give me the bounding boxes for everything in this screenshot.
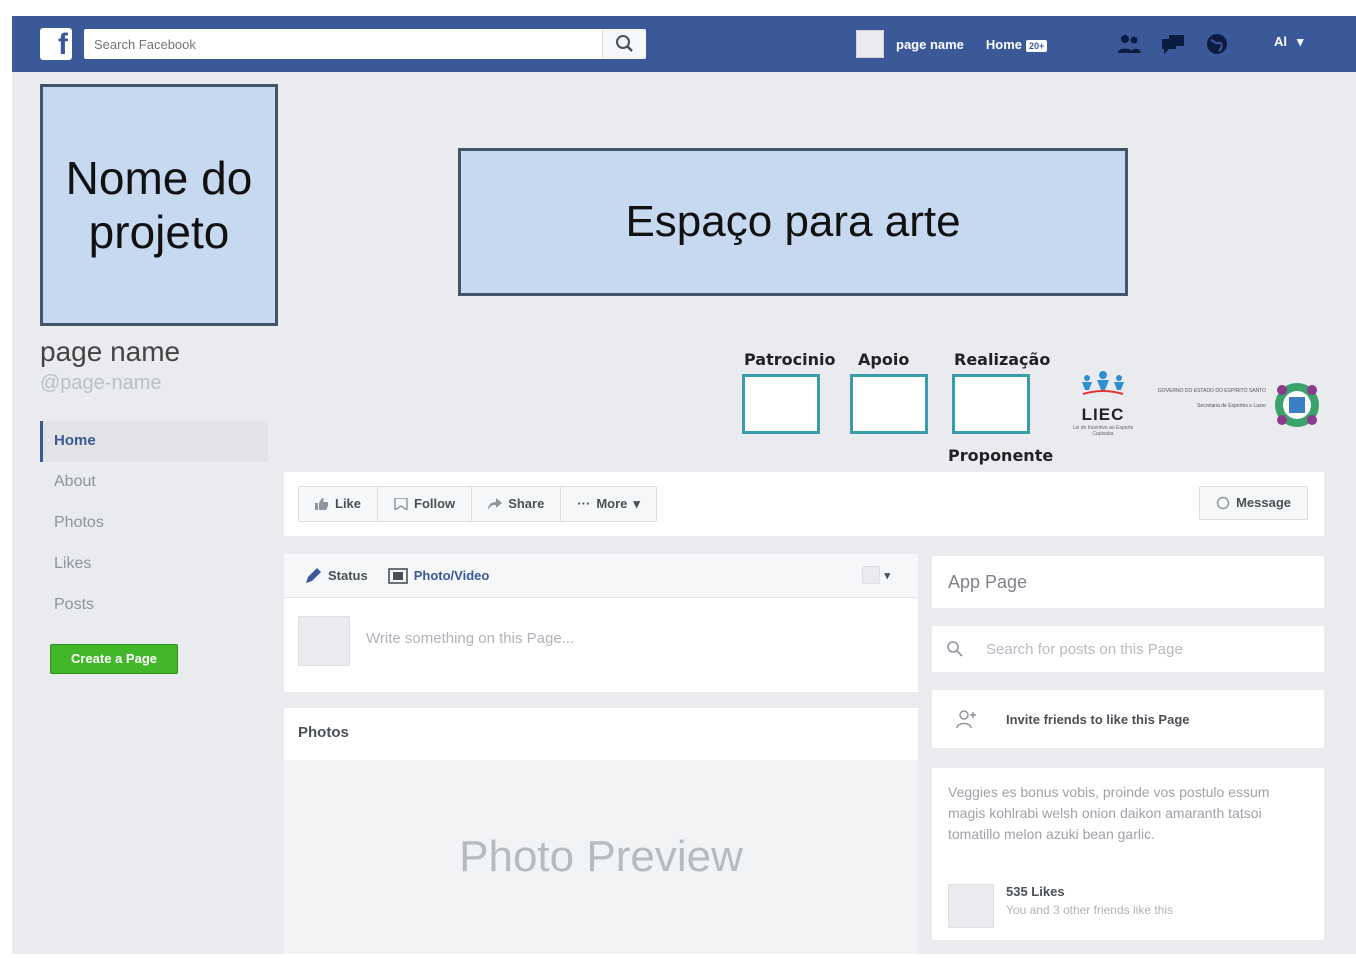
- add-person-icon: [956, 710, 976, 729]
- likes-summary[interactable]: 535 Likes You and 3 other friends like t…: [948, 884, 1173, 928]
- topbar-home-link[interactable]: Home 20+: [985, 36, 1048, 52]
- share-button[interactable]: Share: [472, 487, 562, 521]
- likes-friends-text: You and 3 other friends like this: [1006, 903, 1173, 917]
- left-navigation: Home About Photos Likes Posts: [40, 421, 268, 626]
- composer-input[interactable]: Write something on this Page...: [366, 630, 574, 647]
- nav-item-photos[interactable]: Photos: [40, 503, 268, 544]
- invite-friends-card[interactable]: Invite friends to like this Page: [932, 690, 1324, 748]
- messages-icon[interactable]: [1160, 32, 1186, 56]
- chevron-down-icon: ▾: [1297, 34, 1304, 49]
- likes-count: 535 Likes: [1006, 884, 1065, 899]
- chevron-down-icon: ▾: [884, 569, 890, 582]
- more-dots-icon: ···: [577, 496, 591, 511]
- page-action-buttons: Like Follow Share ··· More ▾: [298, 486, 657, 522]
- state-coat-of-arms-icon: [1275, 383, 1319, 427]
- audience-selector[interactable]: ▾: [862, 566, 890, 584]
- message-label: Message: [1236, 495, 1291, 510]
- thumbs-up-icon: [315, 498, 328, 510]
- government-secretariat: Secretaria de Esportes e Lazer: [1197, 403, 1266, 409]
- create-page-button[interactable]: Create a Page: [50, 644, 178, 674]
- liec-figures-icon: [1082, 371, 1124, 395]
- sponsor-logo-slot-realizacao: [952, 374, 1030, 434]
- home-count-badge: 20+: [1026, 39, 1048, 52]
- message-button[interactable]: Message: [1199, 486, 1308, 520]
- pencil-icon: [306, 567, 321, 583]
- post-composer: Status Photo/Video ▾ Write something on …: [284, 554, 918, 692]
- photo-preview-label: Photo Preview: [459, 832, 743, 881]
- search-input[interactable]: [84, 29, 604, 59]
- page-handle: @page-name: [40, 372, 162, 394]
- government-logo: GOVERNO DO ESTADO DO ESPÍRITO SANTO Secr…: [1154, 378, 1324, 432]
- sponsor-label-patrocinio: Patrocinio: [744, 350, 836, 369]
- page-avatar[interactable]: [856, 30, 884, 58]
- post-search-placeholder: Search for posts on this Page: [986, 640, 1183, 658]
- likes-text: 535 Likes You and 3 other friends like t…: [1006, 884, 1173, 928]
- liec-logo: LIEC Lei de Incentivo ao Esporte Capixab…: [1072, 370, 1134, 440]
- about-description: Veggies es bonus vobis, proinde vos post…: [948, 784, 1270, 842]
- invite-label: Invite friends to like this Page: [1006, 711, 1190, 727]
- topbar-links: page name Home 20+: [856, 28, 1069, 60]
- facebook-logo-icon[interactable]: f: [40, 28, 72, 60]
- status-label: Status: [328, 568, 368, 583]
- photos-title[interactable]: Photos: [284, 708, 918, 760]
- composer-page-avatar: [298, 616, 350, 666]
- liec-name: LIEC: [1081, 405, 1125, 424]
- profile-picture-placeholder: Nome do projeto: [40, 84, 278, 326]
- page-title: page name: [40, 336, 181, 367]
- likes-thumbnail: [948, 884, 994, 928]
- government-logo-text: GOVERNO DO ESTADO DO ESPÍRITO SANTO Secr…: [1154, 388, 1266, 410]
- page-post-search[interactable]: Search for posts on this Page: [932, 626, 1324, 672]
- cover-art-placeholder: Espaço para arte: [458, 148, 1128, 296]
- account-label: Al: [1274, 34, 1287, 49]
- more-label: More: [596, 496, 628, 511]
- share-icon: [488, 498, 503, 510]
- friend-requests-icon[interactable]: [1116, 32, 1142, 56]
- share-label: Share: [508, 496, 545, 511]
- topbar-page-name-link[interactable]: page name: [896, 37, 964, 52]
- top-navigation-bar: f page name Home20+ Al ▾: [12, 16, 1356, 72]
- liec-subtitle: Lei de Incentivo ao Esporte Capixaba: [1072, 425, 1134, 437]
- follow-label: Follow: [414, 496, 456, 511]
- topbar-notification-icons: [1116, 32, 1230, 56]
- tab-status[interactable]: Status: [304, 567, 368, 584]
- globe-notifications-icon[interactable]: [1204, 32, 1230, 56]
- follow-icon: [394, 498, 408, 510]
- photo-video-label: Photo/Video: [413, 568, 490, 583]
- composer-tabs: Status Photo/Video ▾: [284, 554, 918, 598]
- nav-item-likes[interactable]: Likes: [40, 544, 268, 585]
- sponsor-label-realizacao: Realização: [954, 350, 1051, 369]
- nav-item-about[interactable]: About: [40, 462, 268, 503]
- project-name: Nome do projeto: [65, 152, 253, 258]
- sponsor-logo-slot-apoio: [850, 374, 928, 434]
- page-action-bar: Like Follow Share ··· More ▾ Message: [284, 472, 1324, 536]
- audience-icon: [862, 566, 881, 584]
- more-button[interactable]: ··· More ▾: [561, 487, 656, 521]
- nav-item-posts[interactable]: Posts: [40, 585, 268, 626]
- account-menu[interactable]: Al ▾: [1274, 34, 1304, 50]
- search-icon: [947, 641, 963, 657]
- like-label: Like: [335, 496, 362, 511]
- search-bar: [84, 29, 646, 59]
- follow-button[interactable]: Follow: [378, 487, 473, 521]
- photos-section: Photos Photo Preview: [284, 708, 918, 954]
- nav-item-home[interactable]: Home: [40, 421, 268, 462]
- home-label: Home: [985, 36, 1023, 52]
- about-card: Veggies es bonus vobis, proinde vos post…: [932, 768, 1324, 940]
- photo-icon: [387, 567, 408, 584]
- search-button[interactable]: [602, 29, 646, 59]
- facebook-page-mockup: f page name Home20+ Al ▾: [12, 16, 1356, 954]
- app-page-card[interactable]: App Page: [932, 556, 1324, 608]
- sponsor-logo-slot-patrocinio: [742, 374, 820, 434]
- message-icon: [1216, 496, 1230, 510]
- chevron-down-icon: ▾: [633, 496, 640, 511]
- photo-preview-area[interactable]: Photo Preview: [284, 760, 918, 954]
- like-button[interactable]: Like: [299, 487, 379, 521]
- search-icon: [616, 35, 633, 52]
- tab-photo-video[interactable]: Photo/Video: [387, 567, 490, 584]
- government-name: GOVERNO DO ESTADO DO ESPÍRITO SANTO: [1157, 388, 1266, 394]
- cover-art-label: Espaço para arte: [625, 197, 961, 246]
- sponsor-label-proponente: Proponente: [948, 446, 1054, 465]
- sponsor-label-apoio: Apoio: [858, 350, 910, 369]
